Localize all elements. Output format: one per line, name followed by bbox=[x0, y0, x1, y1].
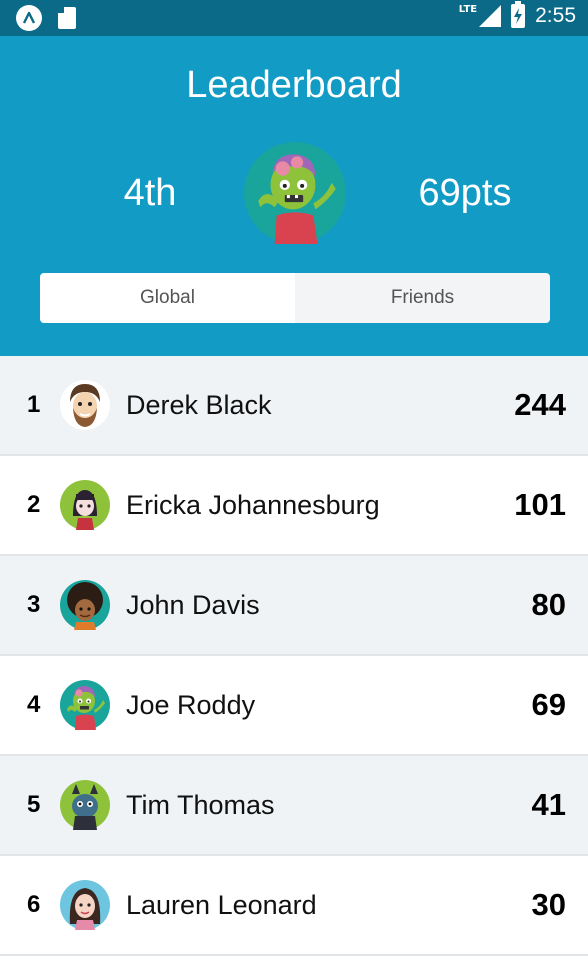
sd-card-icon bbox=[58, 7, 76, 29]
zombie-avatar bbox=[60, 680, 110, 730]
player-score: 41 bbox=[531, 787, 566, 822]
row-position: 3 bbox=[27, 591, 41, 618]
leaderboard-row[interactable]: 3 John Davis 80 bbox=[0, 556, 588, 656]
row-position: 5 bbox=[27, 791, 41, 818]
player-name: Joe Roddy bbox=[126, 689, 256, 720]
player-name: Ericka Johannesburg bbox=[126, 489, 380, 520]
row-position: 4 bbox=[27, 691, 41, 718]
tab-global[interactable]: Global bbox=[40, 273, 295, 323]
row-position: 1 bbox=[27, 391, 41, 418]
my-avatar bbox=[244, 142, 346, 244]
player-name: Lauren Leonard bbox=[126, 889, 317, 920]
player-score: 69 bbox=[531, 687, 566, 722]
afro-avatar bbox=[60, 580, 110, 630]
leaderboard-tabs: Global Friends bbox=[40, 273, 550, 323]
player-score: 30 bbox=[531, 887, 566, 922]
battery-charging-icon bbox=[511, 1, 526, 28]
leaderboard-list: 1 Derek Black 244 2 Ericka Johannesburg … bbox=[0, 356, 588, 956]
leaderboard-row[interactable]: 4 Joe Roddy 69 bbox=[0, 656, 588, 756]
my-points: 69pts bbox=[418, 172, 512, 214]
woman-avatar bbox=[60, 880, 110, 930]
status-bar: LTE 2:55 bbox=[0, 0, 588, 36]
leaderboard-row[interactable]: 1 Derek Black 244 bbox=[0, 356, 588, 456]
page-title: Leaderboard bbox=[186, 64, 402, 106]
network-type: LTE bbox=[458, 3, 478, 15]
leaderboard-row[interactable]: 6 Lauren Leonard 30 bbox=[0, 856, 588, 956]
signal-icon bbox=[479, 5, 502, 27]
player-name: Tim Thomas bbox=[126, 789, 275, 820]
player-name: John Davis bbox=[126, 589, 260, 620]
app-notification-icon bbox=[16, 5, 42, 31]
monster-avatar bbox=[60, 780, 110, 830]
row-position: 6 bbox=[27, 891, 41, 918]
leaderboard-header: Leaderboard 4th 69pts Global Friends bbox=[0, 36, 588, 356]
player-score: 244 bbox=[514, 387, 566, 422]
status-time: 2:55 bbox=[535, 4, 576, 27]
my-rank: 4th bbox=[123, 172, 177, 214]
player-score: 80 bbox=[531, 587, 566, 622]
leaderboard-row[interactable]: 2 Ericka Johannesburg 101 bbox=[0, 456, 588, 556]
player-name: Derek Black bbox=[126, 389, 272, 420]
girl-avatar bbox=[60, 480, 110, 530]
bearded-man-avatar bbox=[60, 380, 110, 430]
leaderboard-row[interactable]: 5 Tim Thomas 41 bbox=[0, 756, 588, 856]
row-position: 2 bbox=[27, 491, 41, 518]
tab-friends[interactable]: Friends bbox=[295, 273, 550, 323]
player-score: 101 bbox=[514, 487, 566, 522]
